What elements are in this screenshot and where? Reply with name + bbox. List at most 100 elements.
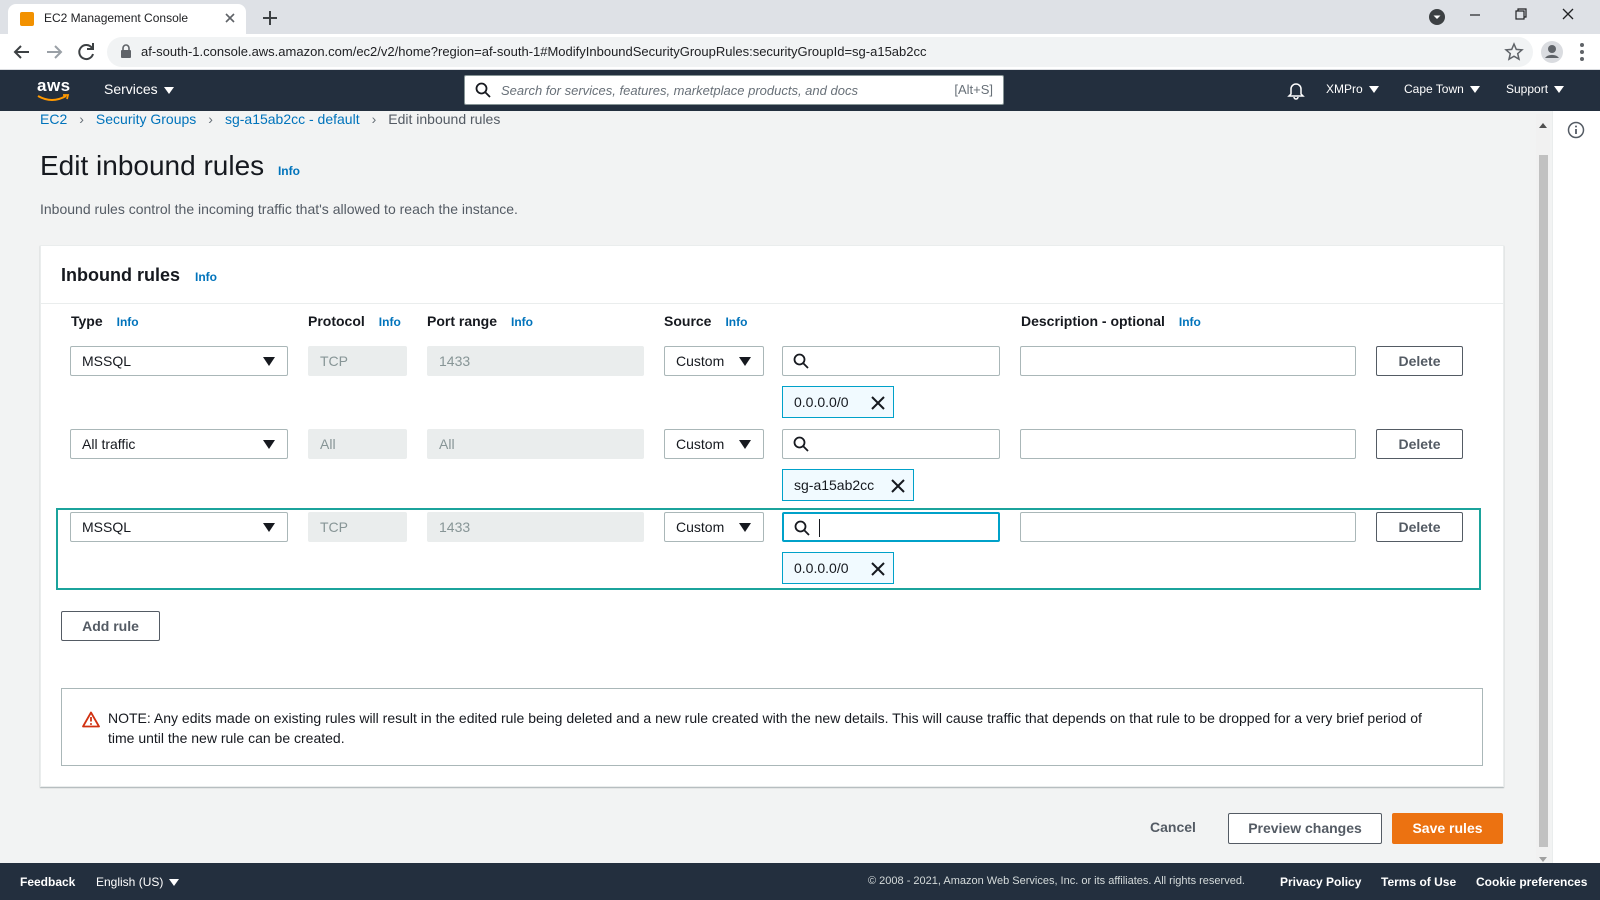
caret-down-icon bbox=[263, 357, 275, 366]
rule-3-protocol-field: TCP bbox=[308, 512, 407, 542]
help-panel-rail bbox=[1552, 111, 1600, 863]
rule-2-protocol-field: All bbox=[308, 429, 407, 459]
warning-triangle-icon bbox=[82, 711, 100, 728]
page-title-info-link[interactable]: Info bbox=[278, 164, 300, 178]
description-info-link[interactable]: Info bbox=[1179, 315, 1201, 329]
panel-title: Inbound rules Info bbox=[61, 265, 217, 286]
column-source-label: Source bbox=[664, 313, 712, 329]
column-header-type: Type Info bbox=[71, 313, 139, 329]
protocol-info-link[interactable]: Info bbox=[379, 315, 401, 329]
region-menu[interactable]: Cape Town bbox=[1404, 82, 1480, 96]
inbound-rules-panel: Inbound rules Info Type Info Protocol Info… bbox=[40, 245, 1504, 787]
services-menu[interactable]: Services bbox=[104, 81, 174, 97]
column-header-description: Description - optional Info bbox=[1021, 313, 1201, 329]
tab-close-icon[interactable] bbox=[220, 8, 240, 28]
rule-2-delete-button[interactable]: Delete bbox=[1376, 429, 1463, 459]
forward-icon[interactable] bbox=[40, 38, 68, 66]
terms-of-use-link[interactable]: Terms of Use bbox=[1381, 875, 1456, 889]
rule-3-description-input[interactable] bbox=[1020, 512, 1356, 542]
remove-token-icon[interactable] bbox=[889, 477, 907, 495]
rule-2-source-value: Custom bbox=[676, 436, 725, 452]
account-avatar-icon[interactable] bbox=[1538, 38, 1566, 66]
notice-text: NOTE: Any edits made on existing rules w… bbox=[108, 710, 1422, 746]
rule-2-type-select[interactable]: All traffic bbox=[70, 429, 288, 459]
scrollbar-thumb[interactable] bbox=[1539, 155, 1548, 847]
rule-3-port-range-value: 1433 bbox=[439, 519, 471, 535]
aws-search-input[interactable]: Search for services, features, marketpla… bbox=[464, 75, 1004, 105]
rule-1-source-search-input[interactable] bbox=[782, 346, 1000, 376]
page-description: Inbound rules control the incoming traff… bbox=[40, 201, 518, 217]
search-icon bbox=[793, 436, 809, 452]
caret-down-icon bbox=[263, 523, 275, 532]
search-icon bbox=[475, 82, 491, 98]
save-rules-button[interactable]: Save rules bbox=[1392, 813, 1503, 844]
scroll-up-icon[interactable] bbox=[1538, 116, 1548, 132]
rule-3-source-search-input[interactable] bbox=[782, 512, 1000, 542]
tab-title: EC2 Management Console bbox=[44, 11, 189, 25]
rule-1-type-select[interactable]: MSSQL bbox=[70, 346, 288, 376]
back-icon[interactable] bbox=[8, 38, 36, 66]
rule-3-source-value: Custom bbox=[676, 519, 725, 535]
remove-token-icon[interactable] bbox=[869, 394, 887, 412]
feedback-link[interactable]: Feedback bbox=[20, 875, 75, 889]
caret-down-icon bbox=[169, 879, 180, 887]
close-window-icon[interactable] bbox=[1546, 0, 1592, 32]
rule-3-delete-button[interactable]: Delete bbox=[1376, 512, 1463, 542]
rule-3-source-select[interactable]: Custom bbox=[664, 512, 764, 542]
restore-icon[interactable] bbox=[1498, 0, 1544, 32]
rule-2-port-range-value: All bbox=[439, 436, 455, 452]
type-info-link[interactable]: Info bbox=[117, 315, 139, 329]
add-rule-button[interactable]: Add rule bbox=[61, 611, 160, 641]
support-menu[interactable]: Support bbox=[1506, 82, 1565, 96]
copyright-text: © 2008 - 2021, Amazon Web Services, Inc.… bbox=[868, 875, 1245, 887]
breadcrumb-ec2[interactable]: EC2 bbox=[40, 111, 67, 127]
rule-1-protocol-value: TCP bbox=[320, 353, 348, 369]
profile-menu-icon[interactable] bbox=[1428, 8, 1446, 26]
browser-tab[interactable]: EC2 Management Console bbox=[8, 4, 246, 34]
notifications-bell-icon[interactable] bbox=[1286, 80, 1306, 103]
port-range-info-link[interactable]: Info bbox=[511, 315, 533, 329]
url-text: af-south-1.console.aws.amazon.com/ec2/v2… bbox=[141, 44, 927, 59]
preview-changes-button[interactable]: Preview changes bbox=[1228, 813, 1382, 844]
reload-icon[interactable] bbox=[72, 38, 100, 66]
chevron-right-icon: › bbox=[79, 111, 84, 127]
caret-down-icon bbox=[1368, 86, 1379, 94]
minimize-icon[interactable] bbox=[1452, 0, 1498, 32]
breadcrumb-security-group[interactable]: sg-a15ab2cc - default bbox=[225, 111, 360, 127]
rule-2-description-input[interactable] bbox=[1020, 429, 1356, 459]
source-info-link[interactable]: Info bbox=[725, 315, 747, 329]
rule-1-delete-button[interactable]: Delete bbox=[1376, 346, 1463, 376]
services-label: Services bbox=[104, 81, 158, 97]
caret-down-icon bbox=[739, 523, 751, 532]
panel-title-info-link[interactable]: Info bbox=[195, 270, 217, 284]
rule-2-source-search-input[interactable] bbox=[782, 429, 1000, 459]
caret-down-icon bbox=[263, 440, 275, 449]
rule-2-source-token: sg-a15ab2cc bbox=[782, 469, 914, 501]
rule-1-source-token: 0.0.0.0/0 bbox=[782, 386, 894, 418]
column-header-protocol: Protocol Info bbox=[308, 313, 401, 329]
rule-3-token-value: 0.0.0.0/0 bbox=[794, 560, 849, 576]
new-tab-icon[interactable] bbox=[258, 6, 282, 30]
rule-1-protocol-field: TCP bbox=[308, 346, 407, 376]
account-menu[interactable]: XMPro bbox=[1326, 82, 1379, 96]
rule-2-source-select[interactable]: Custom bbox=[664, 429, 764, 459]
language-selector[interactable]: English (US) bbox=[96, 875, 180, 889]
privacy-policy-link[interactable]: Privacy Policy bbox=[1280, 875, 1361, 889]
rule-3-type-select[interactable]: MSSQL bbox=[70, 512, 288, 542]
browser-menu-icon[interactable] bbox=[1574, 40, 1590, 64]
rule-1-source-select[interactable]: Custom bbox=[664, 346, 764, 376]
remove-token-icon[interactable] bbox=[869, 560, 887, 578]
info-circle-icon[interactable] bbox=[1567, 121, 1585, 142]
page-title-text: Edit inbound rules bbox=[40, 150, 265, 181]
bookmark-star-icon[interactable] bbox=[1503, 41, 1525, 63]
column-protocol-label: Protocol bbox=[308, 313, 365, 329]
aws-smile-icon bbox=[37, 94, 70, 101]
omnibox[interactable]: af-south-1.console.aws.amazon.com/ec2/v2… bbox=[107, 37, 1533, 67]
rule-1-description-input[interactable] bbox=[1020, 346, 1356, 376]
cancel-button[interactable]: Cancel bbox=[1150, 819, 1196, 835]
cookie-preferences-link[interactable]: Cookie preferences bbox=[1476, 875, 1587, 889]
search-icon bbox=[793, 353, 809, 369]
aws-logo[interactable]: aws bbox=[36, 76, 72, 104]
breadcrumb-security-groups[interactable]: Security Groups bbox=[96, 111, 196, 127]
rule-1-port-range-field: 1433 bbox=[427, 346, 644, 376]
